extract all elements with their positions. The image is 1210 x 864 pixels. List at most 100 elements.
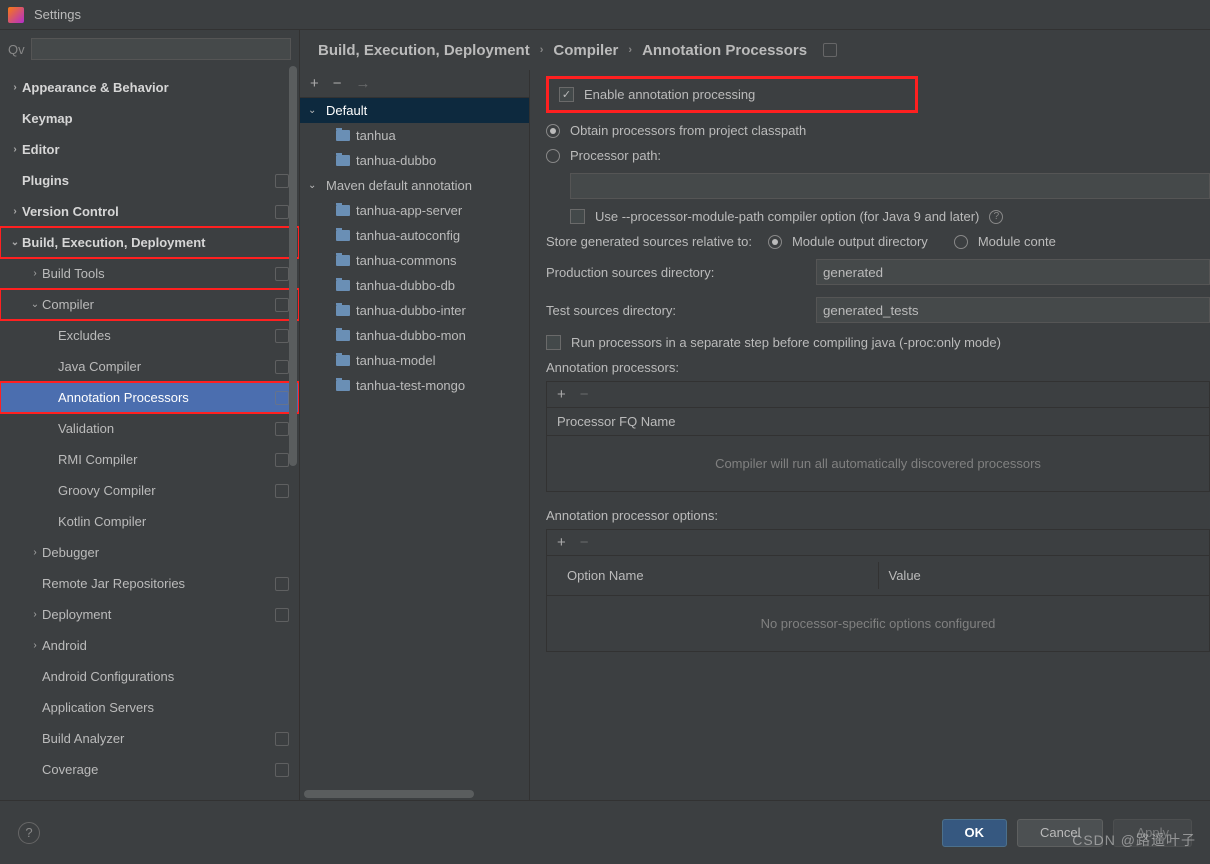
profile-item-label: tanhua-autoconfig	[356, 228, 460, 243]
profile-item-label: tanhua-model	[356, 353, 436, 368]
profile-item[interactable]: tanhua	[300, 123, 529, 148]
expand-arrow-icon: ›	[28, 640, 42, 651]
horizontal-scrollbar[interactable]	[300, 788, 529, 800]
sidebar-item[interactable]: ›Appearance & Behavior	[0, 72, 299, 103]
profile-item[interactable]: ⌄ Default	[300, 98, 529, 123]
processor-path-radio[interactable]	[546, 149, 560, 163]
sidebar-item-label: Coverage	[42, 762, 98, 777]
settings-tree: ›Appearance & BehaviorKeymap›Editor Plugi…	[0, 66, 299, 800]
sidebar-item[interactable]: Build Analyzer	[0, 723, 299, 754]
module-path-checkbox[interactable]	[570, 209, 585, 224]
enable-annotation-checkbox[interactable]	[559, 87, 574, 102]
sidebar-item[interactable]: Validation	[0, 413, 299, 444]
profile-item-label: Maven default annotation	[326, 178, 472, 193]
prod-dir-field[interactable]	[816, 259, 1210, 285]
modified-badge-icon	[275, 329, 289, 343]
ok-button[interactable]: OK	[942, 819, 1008, 847]
chevron-right-icon: ›	[628, 44, 632, 56]
modified-badge-icon	[275, 732, 289, 746]
help-button[interactable]: ?	[18, 822, 40, 844]
test-dir-field[interactable]	[816, 297, 1210, 323]
modified-badge-icon	[275, 608, 289, 622]
module-path-label: Use --processor-module-path compiler opt…	[595, 209, 979, 224]
sidebar-item[interactable]: Kotlin Compiler	[0, 506, 299, 537]
sidebar-item[interactable]: Coverage	[0, 754, 299, 785]
folder-icon	[336, 280, 350, 291]
sidebar-item[interactable]: Java Compiler	[0, 351, 299, 382]
sidebar-item[interactable]: Excludes	[0, 320, 299, 351]
sidebar-item[interactable]: Plugins	[0, 165, 299, 196]
sidebar-item[interactable]: Android Configurations	[0, 661, 299, 692]
expand-arrow-icon: ⌄	[308, 105, 320, 116]
remove-profile-button[interactable]: −	[333, 75, 342, 92]
sidebar-item[interactable]: ›Editor	[0, 134, 299, 165]
reset-icon[interactable]	[823, 43, 837, 57]
profile-item-label: tanhua-app-server	[356, 203, 462, 218]
profile-item[interactable]: tanhua-autoconfig	[300, 223, 529, 248]
profile-item[interactable]: tanhua-dubbo-db	[300, 273, 529, 298]
sidebar-item[interactable]: ›Build Tools	[0, 258, 299, 289]
options-table: Option Name Value No processor-specific …	[546, 555, 1210, 652]
profile-item[interactable]: tanhua-model	[300, 348, 529, 373]
profile-item[interactable]: ⌄Maven default annotation	[300, 173, 529, 198]
profile-item[interactable]: tanhua-dubbo	[300, 148, 529, 173]
folder-icon	[336, 305, 350, 316]
remove-processor-button: −	[580, 386, 589, 403]
sidebar-item[interactable]: ›Deployment	[0, 599, 299, 630]
processor-path-field[interactable]	[570, 173, 1210, 199]
titlebar: Settings	[0, 0, 1210, 30]
sidebar-item[interactable]: ›Debugger	[0, 537, 299, 568]
scrollbar-thumb[interactable]	[289, 66, 297, 466]
help-icon[interactable]: ?	[989, 210, 1003, 224]
sidebar-item[interactable]: ›Android	[0, 630, 299, 661]
add-profile-button[interactable]: +	[310, 75, 319, 92]
add-option-button[interactable]: +	[557, 534, 566, 551]
sidebar-item[interactable]: ⌄Build, Execution, Deployment	[0, 227, 299, 258]
sidebar-item-label: Annotation Processors	[58, 390, 189, 405]
breadcrumb-c: Annotation Processors	[642, 42, 807, 59]
sidebar-item[interactable]: RMI Compiler	[0, 444, 299, 475]
sidebar-item[interactable]: Remote Jar Repositories	[0, 568, 299, 599]
search-icon: Qv	[8, 42, 25, 57]
enable-annotation-label: Enable annotation processing	[584, 87, 755, 102]
breadcrumb-a[interactable]: Build, Execution, Deployment	[318, 42, 530, 59]
profile-item[interactable]: tanhua-test-mongo	[300, 373, 529, 398]
profile-item-label: tanhua-dubbo-inter	[356, 303, 466, 318]
sidebar-item[interactable]: ›Version Control	[0, 196, 299, 227]
expand-arrow-icon: ⌄	[8, 237, 22, 248]
processors-empty-text: Compiler will run all automatically disc…	[547, 436, 1209, 491]
separate-step-checkbox[interactable]	[546, 335, 561, 350]
profile-item-label: tanhua	[356, 128, 396, 143]
folder-icon	[336, 330, 350, 341]
obtain-classpath-label: Obtain processors from project classpath	[570, 123, 806, 138]
folder-icon	[336, 205, 350, 216]
store-output-radio[interactable]	[768, 235, 782, 249]
breadcrumb-b[interactable]: Compiler	[553, 42, 618, 59]
search-input[interactable]	[31, 38, 291, 60]
sidebar-item[interactable]: Application Servers	[0, 692, 299, 723]
breadcrumb: Build, Execution, Deployment › Compiler …	[300, 30, 1210, 70]
profile-item[interactable]: tanhua-dubbo-mon	[300, 323, 529, 348]
folder-icon	[336, 130, 350, 141]
sidebar-item-label: Build Analyzer	[42, 731, 124, 746]
profile-item[interactable]: tanhua-dubbo-inter	[300, 298, 529, 323]
folder-icon	[336, 230, 350, 241]
profile-item-label: Default	[326, 103, 367, 118]
processor-path-label: Processor path:	[570, 148, 661, 163]
profile-item[interactable]: tanhua-commons	[300, 248, 529, 273]
sidebar-item-label: Plugins	[22, 173, 69, 188]
store-content-label: Module conte	[978, 234, 1056, 249]
store-content-radio[interactable]	[954, 235, 968, 249]
sidebar-item-label: Remote Jar Repositories	[42, 576, 185, 591]
options-col-name: Option Name	[557, 562, 879, 589]
profile-item-label: tanhua-dubbo	[356, 153, 436, 168]
sidebar-item[interactable]: Groovy Compiler	[0, 475, 299, 506]
add-processor-button[interactable]: +	[557, 386, 566, 403]
sidebar-item[interactable]: Annotation Processors	[0, 382, 299, 413]
sidebar-item[interactable]: ⌄Compiler	[0, 289, 299, 320]
options-col-value: Value	[879, 562, 1200, 589]
obtain-classpath-radio[interactable]	[546, 124, 560, 138]
enable-checkbox-highlight: Enable annotation processing	[546, 76, 918, 113]
profile-item[interactable]: tanhua-app-server	[300, 198, 529, 223]
sidebar-item[interactable]: Keymap	[0, 103, 299, 134]
